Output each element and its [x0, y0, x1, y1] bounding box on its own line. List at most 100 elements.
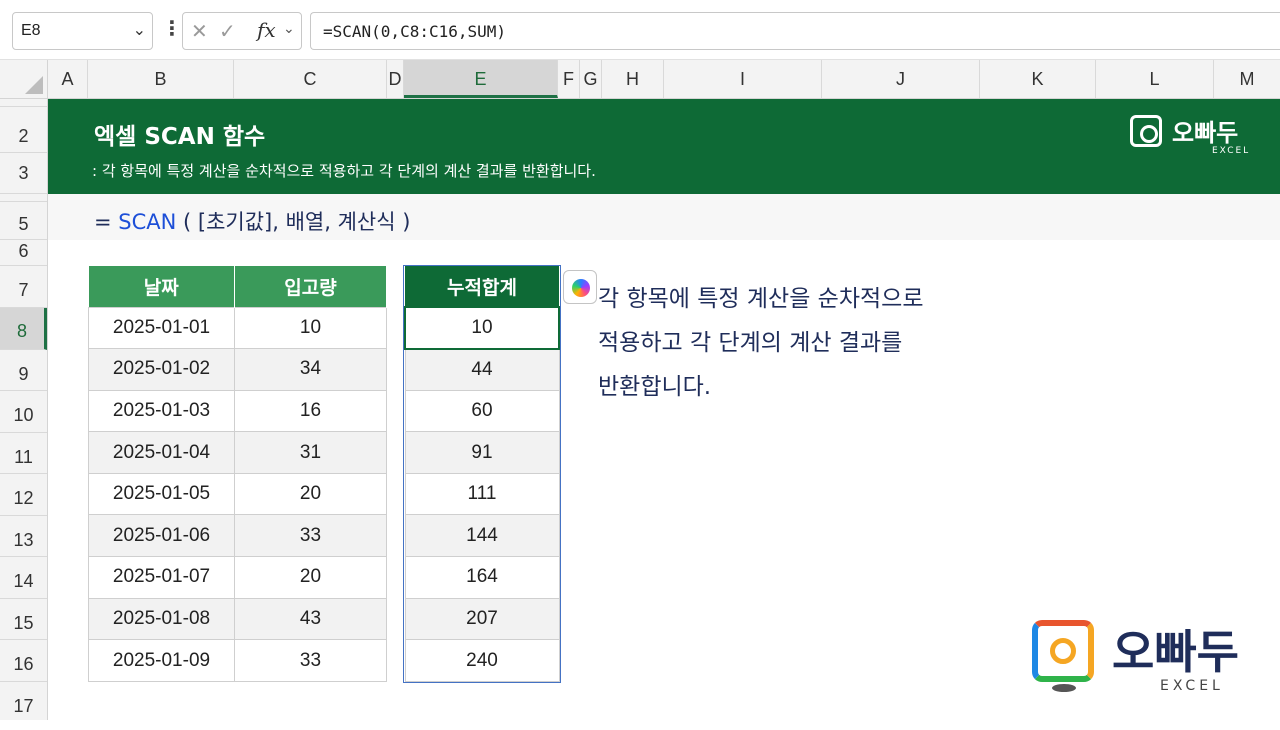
cumulative-cell[interactable]: 44 — [404, 348, 560, 391]
quantity-cell[interactable]: 34 — [234, 348, 387, 391]
name-box[interactable]: E8 ⌄ — [12, 12, 153, 50]
row-header-12[interactable]: 12 — [0, 474, 47, 516]
quantity-cell[interactable]: 33 — [234, 514, 387, 558]
page-subtitle: : 각 항목에 특정 계산을 순차적으로 적용하고 각 단계의 계산 결과를 반… — [92, 162, 596, 180]
column-header-g[interactable]: G — [580, 60, 602, 98]
brand-logo-small: 오빠두 EXCEL — [1130, 113, 1250, 157]
cumulative-cell[interactable]: 144 — [404, 514, 560, 558]
header-cumulative-sum[interactable]: 누적합계 — [405, 266, 559, 307]
date-cell[interactable]: 2025-01-04 — [88, 431, 235, 474]
column-header-m[interactable]: M — [1214, 60, 1280, 98]
formula-text: =SCAN(0,C8:C16,SUM) — [323, 22, 507, 41]
cumulative-cell[interactable]: 207 — [404, 597, 560, 641]
date-cell[interactable]: 2025-01-06 — [88, 514, 235, 558]
insert-function-button[interactable]: fx — [257, 18, 276, 42]
syntax-function-name: SCAN — [118, 210, 177, 234]
header-date[interactable]: 날짜 — [88, 266, 235, 307]
table-row: 2025-01-02 34 — [88, 348, 387, 391]
table-row: 2025-01-04 31 — [88, 431, 387, 474]
table-row: 144 — [404, 514, 560, 558]
chevron-down-icon[interactable]: ⌄ — [133, 20, 146, 39]
brand-name-large: 오빠두 — [1112, 625, 1239, 679]
cumulative-cell[interactable]: 60 — [404, 389, 560, 433]
date-cell[interactable]: 2025-01-08 — [88, 597, 235, 641]
date-cell[interactable]: 2025-01-02 — [88, 348, 235, 391]
page-title: 엑셀 SCAN 함수 — [94, 124, 266, 150]
cumulative-cell-selected[interactable]: 10 — [404, 306, 560, 350]
table-row: 240 — [404, 639, 560, 682]
row-header-3[interactable]: 3 — [0, 153, 47, 194]
table-row: 2025-01-09 33 — [88, 639, 387, 682]
enter-icon[interactable]: ✓ — [219, 19, 236, 43]
cumulative-cell[interactable]: 91 — [404, 431, 560, 474]
row-header-5[interactable]: 5 — [0, 202, 47, 240]
quantity-cell[interactable]: 43 — [234, 597, 387, 641]
cumulative-cell[interactable]: 111 — [404, 472, 560, 516]
date-cell[interactable]: 2025-01-01 — [88, 306, 235, 350]
row-header-16[interactable]: 16 — [0, 640, 47, 682]
copilot-button[interactable] — [563, 270, 597, 304]
formula-bar: E8 ⌄ ⋮ ✕ ✓ fx ⌄ =SCAN(0,C8:C16,SUM) — [0, 0, 1280, 60]
row-header-17[interactable]: 17 — [0, 682, 47, 720]
column-header-c[interactable]: C — [234, 60, 387, 98]
select-all-button[interactable] — [0, 60, 48, 98]
column-header-d[interactable]: D — [387, 60, 404, 98]
row-header-1[interactable] — [0, 99, 47, 107]
date-cell[interactable]: 2025-01-07 — [88, 556, 235, 599]
row-header-bar: 2 3 5 6 7 8 9 10 11 12 13 14 15 16 17 — [0, 99, 48, 720]
table-row: 164 — [404, 556, 560, 599]
formula-input[interactable]: =SCAN(0,C8:C16,SUM) — [310, 12, 1280, 50]
quantity-cell[interactable]: 20 — [234, 556, 387, 599]
column-header-e[interactable]: E — [404, 60, 558, 98]
copilot-icon — [572, 279, 590, 297]
description-line: 각 항목에 특정 계산을 순차적으로 — [598, 286, 924, 312]
row-header-13[interactable]: 13 — [0, 516, 47, 557]
title-banner: 엑셀 SCAN 함수 : 각 항목에 특정 계산을 순차적으로 적용하고 각 단… — [48, 99, 1280, 194]
row-header-2[interactable]: 2 — [0, 107, 47, 153]
brand-mark-icon — [1032, 620, 1094, 682]
brand-sub: EXCEL — [1212, 146, 1251, 156]
formula-controls: ✕ ✓ fx ⌄ — [182, 12, 302, 50]
input-table: 날짜 입고량 2025-01-01 10 2025-01-02 34 2025-01… — [88, 266, 387, 682]
date-cell[interactable]: 2025-01-09 — [88, 639, 235, 682]
cumulative-cell[interactable]: 240 — [404, 639, 560, 682]
header-quantity[interactable]: 입고량 — [234, 266, 387, 307]
quantity-cell[interactable]: 20 — [234, 472, 387, 516]
row-header-11[interactable]: 11 — [0, 433, 47, 474]
row-header-4[interactable] — [0, 194, 47, 202]
row-header-15[interactable]: 15 — [0, 599, 47, 640]
table-row: 2025-01-01 10 — [88, 306, 387, 350]
date-cell[interactable]: 2025-01-03 — [88, 389, 235, 433]
column-header-a[interactable]: A — [48, 60, 88, 98]
column-header-f[interactable]: F — [558, 60, 580, 98]
brand-logo-large: 오빠두 EXCEL — [1032, 618, 1272, 708]
quantity-cell[interactable]: 33 — [234, 639, 387, 682]
name-box-value: E8 — [21, 22, 41, 39]
row-header-8[interactable]: 8 — [0, 308, 47, 350]
column-header-l[interactable]: L — [1096, 60, 1214, 98]
quantity-cell[interactable]: 16 — [234, 389, 387, 433]
quantity-cell[interactable]: 31 — [234, 431, 387, 474]
column-header-i[interactable]: I — [664, 60, 822, 98]
row-header-10[interactable]: 10 — [0, 391, 47, 433]
row-header-7[interactable]: 7 — [0, 266, 47, 308]
column-header-j[interactable]: J — [822, 60, 980, 98]
row-header-14[interactable]: 14 — [0, 557, 47, 599]
row-header-9[interactable]: 9 — [0, 350, 47, 391]
date-cell[interactable]: 2025-01-05 — [88, 472, 235, 516]
column-header-h[interactable]: H — [602, 60, 664, 98]
cumulative-cell[interactable]: 164 — [404, 556, 560, 599]
quantity-cell[interactable]: 10 — [234, 306, 387, 350]
description-text: 각 항목에 특정 계산을 순차적으로 적용하고 각 단계의 계산 결과를 반환합… — [598, 277, 998, 409]
column-header-b[interactable]: B — [88, 60, 234, 98]
table-row: 60 — [404, 389, 560, 433]
column-header-bar: A B C D E F G H I J K L M — [0, 60, 1280, 99]
table-row: 2025-01-03 16 — [88, 389, 387, 433]
syntax-row: = SCAN ( [초기값], 배열, 계산식 ) — [48, 194, 1280, 240]
more-options-icon[interactable]: ⋮ — [162, 18, 182, 38]
column-header-k[interactable]: K — [980, 60, 1096, 98]
cancel-icon[interactable]: ✕ — [191, 19, 208, 43]
chevron-down-icon[interactable]: ⌄ — [283, 21, 295, 37]
row-header-6[interactable]: 6 — [0, 240, 47, 266]
table-row: 44 — [404, 348, 560, 391]
